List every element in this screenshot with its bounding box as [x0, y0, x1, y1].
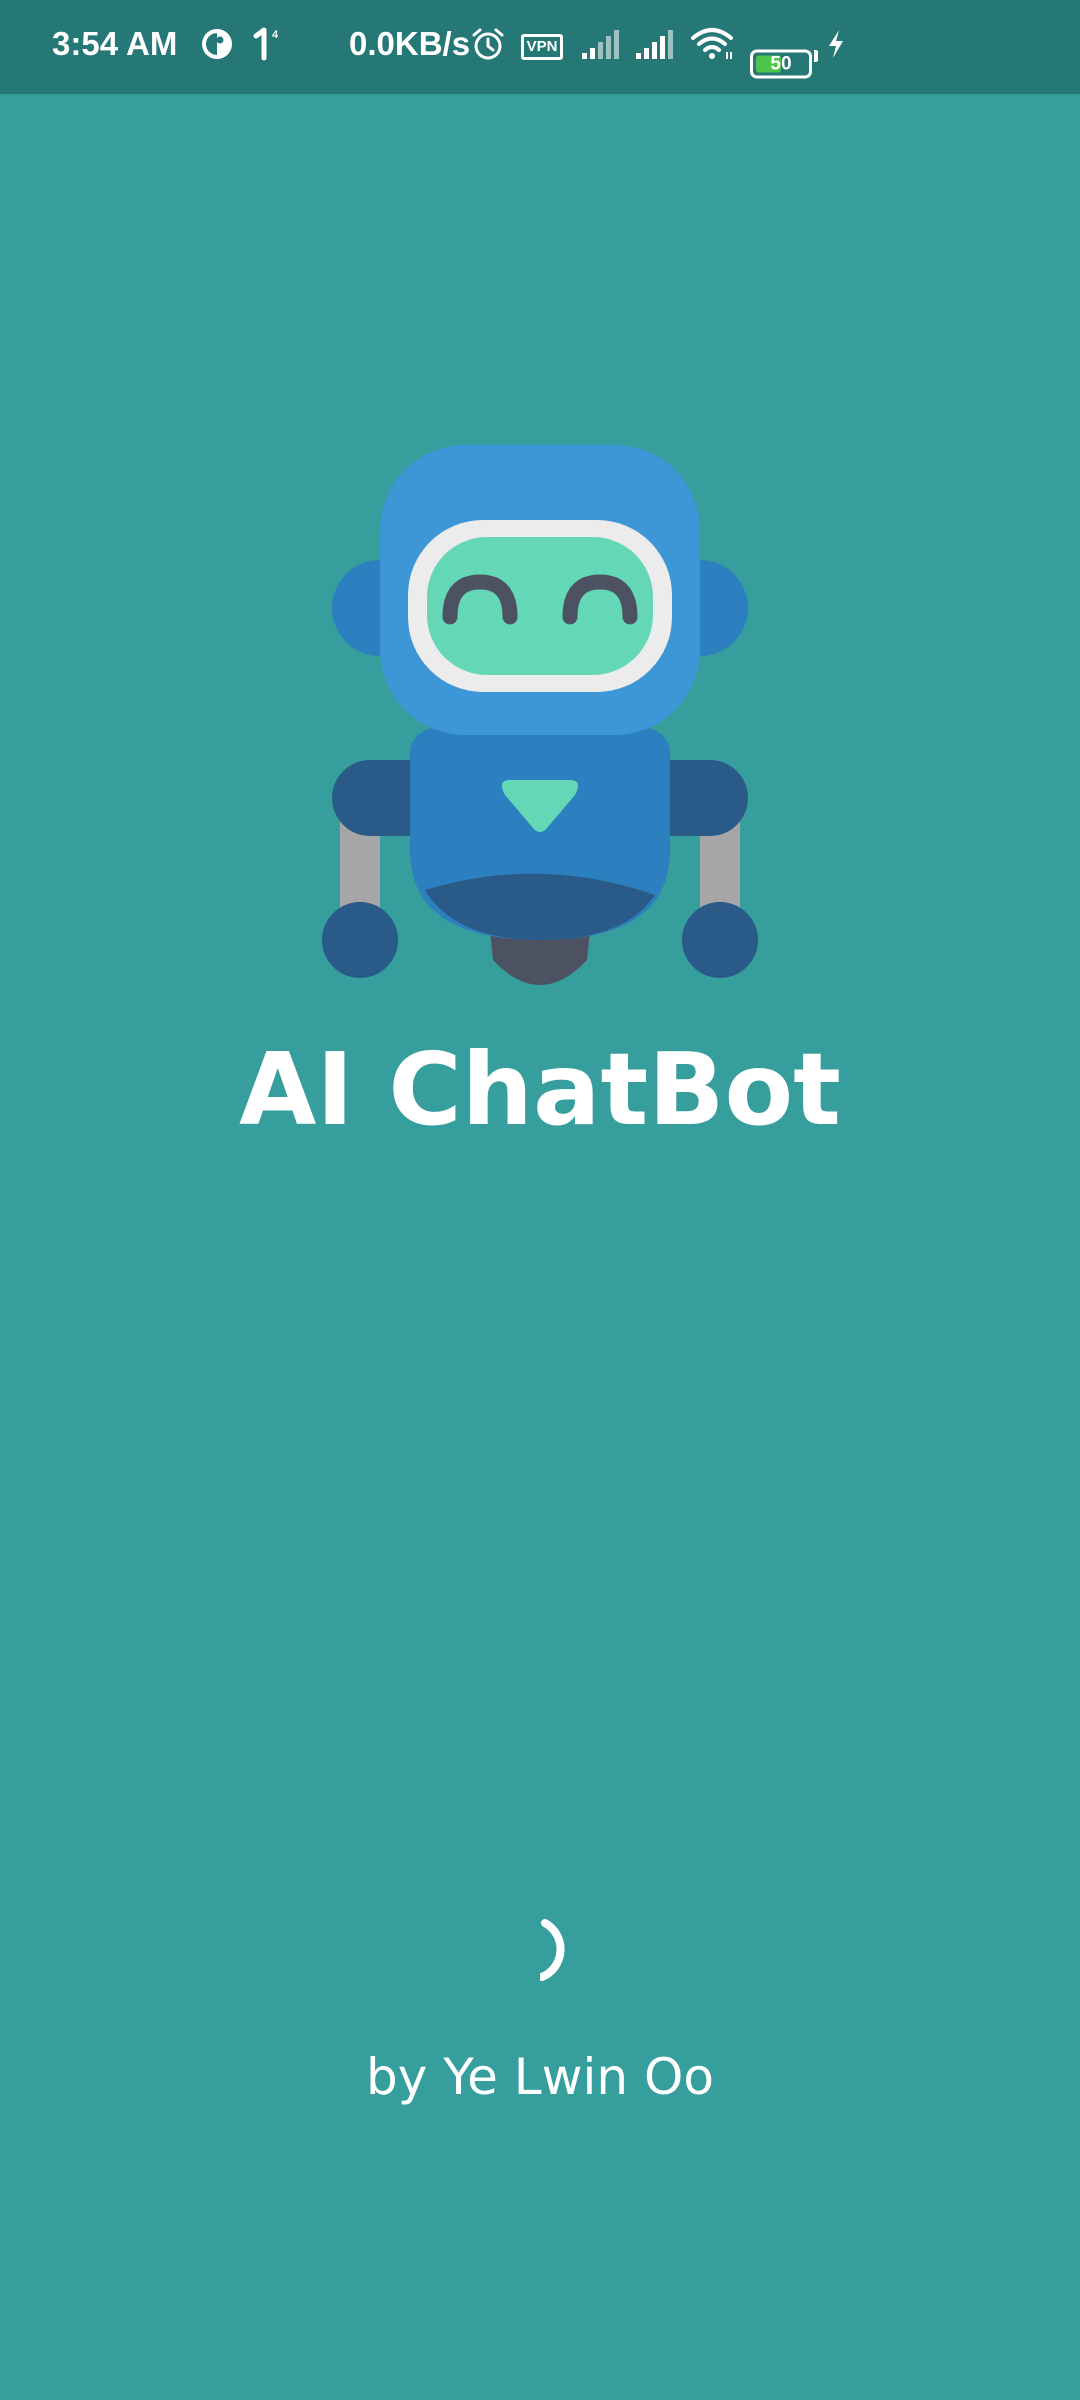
charging-bolt-icon: [829, 30, 843, 58]
status-bar: 3:54 AM 4 0.0KB/s VPN 50: [0, 0, 1080, 94]
battery-nub: [814, 50, 818, 62]
cell-signal-icon: [636, 30, 673, 59]
vpn-label: VPN: [526, 38, 558, 55]
app-notification-icon: [202, 29, 232, 59]
robot-icon: [322, 445, 758, 985]
app-title: AI ChatBot: [238, 1031, 841, 1148]
battery-icon: 50: [750, 49, 812, 79]
signal-notification-icon: 4: [253, 27, 279, 61]
author-credit: by Ye Lwin Oo: [366, 2048, 714, 2106]
status-time: 3:54 AM: [52, 25, 178, 62]
alarm-icon: [472, 28, 504, 60]
splash-screen: 3:54 AM 4 0.0KB/s VPN 50 AI ChatBot by Y…: [0, 0, 1080, 2400]
network-speed: 0.0KB/s: [349, 25, 471, 62]
vpn-icon: VPN: [521, 34, 563, 60]
spinner-icon: [540, 1919, 565, 1981]
cell-signal-icon: [582, 30, 619, 59]
battery-level: 50: [770, 53, 792, 75]
wifi-icon: [691, 28, 733, 59]
svg-text:4: 4: [272, 29, 279, 41]
